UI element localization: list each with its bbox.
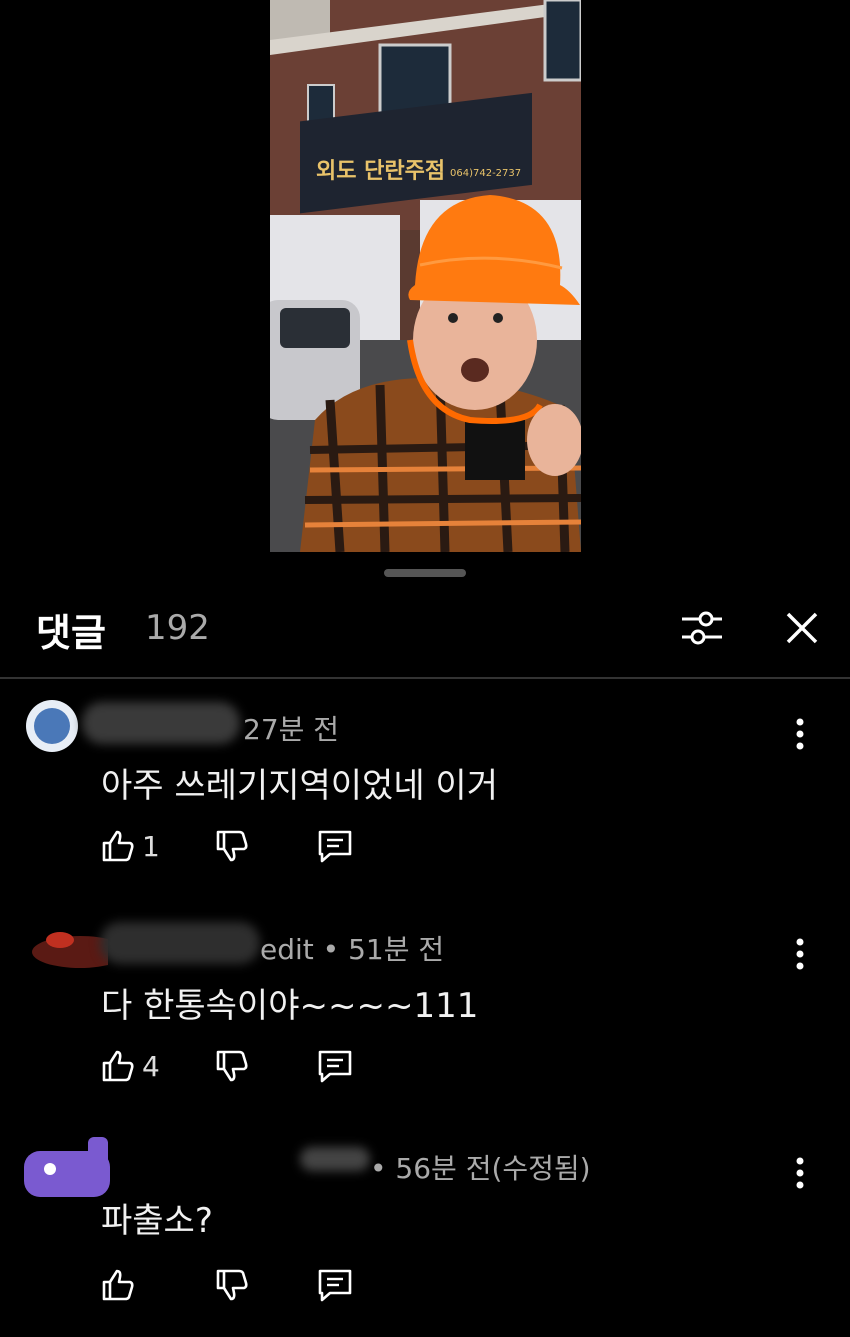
like-count: 1 <box>142 830 160 863</box>
comment-author-meta: • 56분 전(수정됨) <box>370 1152 591 1185</box>
sign-text: 외도 단란주점 <box>316 159 445 184</box>
dislike-icon[interactable] <box>214 1048 250 1084</box>
comment-text: 아주 쓰레기지역이었네 이거 <box>101 766 498 806</box>
author-name-redacted <box>100 922 260 964</box>
avatar[interactable] <box>22 1137 112 1201</box>
like-icon[interactable] <box>100 828 136 864</box>
avatar[interactable] <box>8 918 108 974</box>
comment-time: 51분 전 <box>348 933 445 966</box>
video-frame-image: 외도 단란주점 064)742-2737 <box>270 0 581 552</box>
comment-author-meta: edit • 51분 전 <box>260 933 445 966</box>
more-icon[interactable] <box>786 712 814 756</box>
close-button[interactable] <box>780 606 824 650</box>
like-count: 4 <box>142 1050 160 1083</box>
filter-button[interactable] <box>680 606 724 650</box>
like-icon[interactable] <box>100 1048 136 1084</box>
like-icon[interactable] <box>100 1267 136 1303</box>
avatar[interactable] <box>24 698 80 754</box>
comments-title: 댓글 <box>36 611 106 655</box>
comment-author: edit <box>260 933 314 966</box>
comment-time: 56분 전(수정됨) <box>395 1152 591 1185</box>
author-name-redacted <box>82 702 240 744</box>
close-icon <box>786 612 818 644</box>
comment-item: edit • 51분 전 다 한통속이야~~~~111 4 <box>0 918 850 1118</box>
video-preview[interactable]: 외도 단란주점 064)742-2737 <box>270 0 581 552</box>
comment-item: 27분 전 아주 쓰레기지역이었네 이거 1 <box>0 698 850 898</box>
filter-icon <box>682 611 722 645</box>
sheet-drag-handle[interactable] <box>384 569 466 577</box>
sign-phone: 064)742-2737 <box>450 168 521 179</box>
header-divider <box>0 677 850 679</box>
comment-item: • 56분 전(수정됨) 파출소? <box>0 1137 850 1337</box>
comment-time: 27분 전 <box>243 713 340 746</box>
reply-icon[interactable] <box>316 1267 354 1303</box>
author-name-redacted <box>300 1147 370 1171</box>
dislike-icon[interactable] <box>214 1267 250 1303</box>
comment-text: 다 한통속이야~~~~111 <box>101 986 479 1026</box>
comment-text: 파출소? <box>101 1201 213 1241</box>
reply-icon[interactable] <box>316 828 354 864</box>
more-icon[interactable] <box>786 932 814 976</box>
comments-header: 댓글 192 <box>0 596 850 660</box>
more-icon[interactable] <box>786 1151 814 1195</box>
dislike-icon[interactable] <box>214 828 250 864</box>
comments-count: 192 <box>145 608 210 648</box>
reply-icon[interactable] <box>316 1048 354 1084</box>
